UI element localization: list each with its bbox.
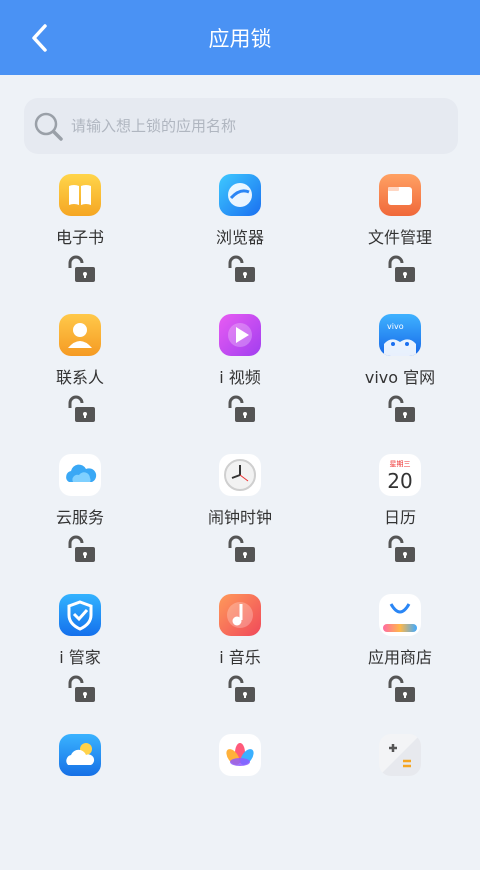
unlocked-icon[interactable] [385,254,419,284]
calculator-icon [379,734,421,776]
app-label: 应用商店 [367,648,432,667]
unlocked-icon[interactable] [65,674,99,704]
unlocked-icon[interactable] [385,534,419,564]
contacts-icon [59,314,101,356]
app-label: 电子书 [55,228,104,247]
page-title: 应用锁 [208,27,272,51]
app-label: 云服务 [55,508,104,527]
app-label: i 管家 [59,648,101,667]
app-item-clock[interactable]: 闹钟时钟 [160,450,320,590]
unlocked-icon[interactable] [225,534,259,564]
search-input[interactable]: 请输入想上锁的应用名称 [24,98,458,154]
clock-icon [219,454,261,496]
app-label: 文件管理 [367,228,432,247]
app-item-imusic[interactable]: i 音乐 [160,590,320,730]
app-item-calculator[interactable] [320,730,480,870]
vivo-shop-icon: vivo [379,314,421,356]
unlocked-icon[interactable] [225,674,259,704]
shield-icon [59,594,101,636]
app-item-ebook[interactable]: 电子书 [0,170,160,310]
gallery-flower-icon [219,734,261,776]
app-item-iguanjia[interactable]: i 管家 [0,590,160,730]
unlocked-icon[interactable] [385,394,419,424]
app-item-vivo-official[interactable]: vivo vivo 官网 [320,310,480,450]
browser-icon [219,174,261,216]
book-icon [59,174,101,216]
calendar-day: 20 [387,469,412,493]
app-label: 联系人 [55,368,104,387]
app-label: i 视频 [219,368,261,387]
weather-icon [59,734,101,776]
app-store-icon [379,594,421,636]
app-item-calendar[interactable]: 星期三 20 日历 [320,450,480,590]
video-play-icon [219,314,261,356]
unlocked-icon[interactable] [225,394,259,424]
app-item-file-manager[interactable]: 文件管理 [320,170,480,310]
app-item-weather[interactable] [0,730,160,870]
app-item-browser[interactable]: 浏览器 [160,170,320,310]
app-item-app-store[interactable]: 应用商店 [320,590,480,730]
calendar-icon: 星期三 20 [379,454,421,496]
app-label: vivo 官网 [364,368,436,387]
vivo-logo-text: vivo [387,322,404,331]
folder-icon [379,174,421,216]
app-bar: 应用锁 [0,0,480,75]
app-item-gallery[interactable] [160,730,320,870]
app-grid: 电子书 浏览器 文件管理 联系人 i 视频 vivo vivo 官网 云服务 闹… [0,170,480,800]
app-label: 闹钟时钟 [207,508,272,527]
calendar-weekday: 星期三 [390,460,411,468]
unlocked-icon[interactable] [65,394,99,424]
app-label: 浏览器 [215,228,264,247]
app-item-contacts[interactable]: 联系人 [0,310,160,450]
unlocked-icon[interactable] [385,674,419,704]
cloud-icon [59,454,101,496]
app-label: 日历 [383,508,416,527]
unlocked-icon[interactable] [65,254,99,284]
search-icon [34,112,63,141]
unlocked-icon[interactable] [225,254,259,284]
search-placeholder: 请输入想上锁的应用名称 [71,117,237,135]
music-icon [219,594,261,636]
unlocked-icon[interactable] [65,534,99,564]
app-item-ivideo[interactable]: i 视频 [160,310,320,450]
app-item-cloud-service[interactable]: 云服务 [0,450,160,590]
app-label: i 音乐 [219,648,261,667]
